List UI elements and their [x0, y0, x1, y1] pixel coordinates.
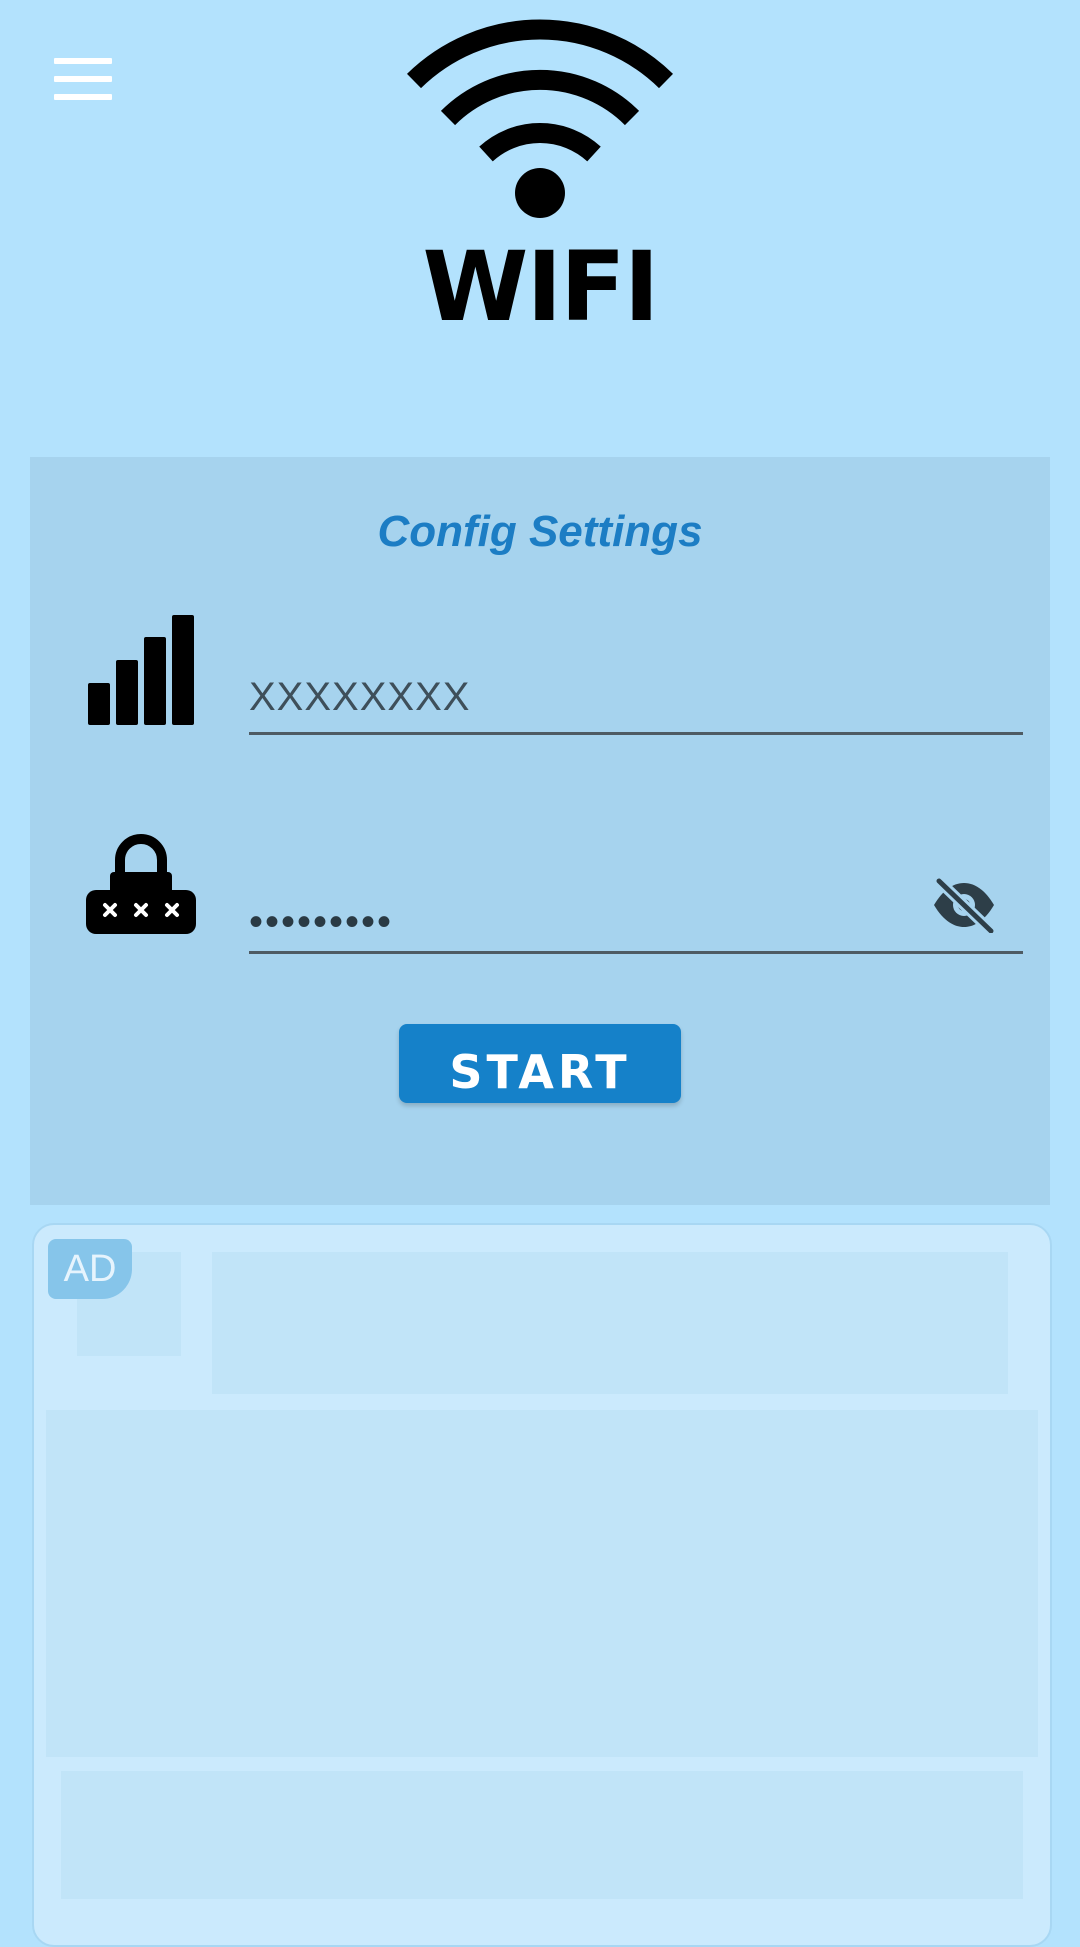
- wifi-logo: WIFI: [407, 19, 673, 328]
- ad-headline-placeholder: [212, 1252, 1008, 1394]
- password-lock-icon: [86, 834, 196, 934]
- wifi-signal-icon: [407, 19, 673, 162]
- eye-off-icon[interactable]: [931, 877, 997, 933]
- signal-bars-icon: [88, 615, 194, 725]
- password-field[interactable]: •••••••••: [249, 871, 1023, 954]
- config-panel: Config Settings XXXXXXXX ••••••••• START: [30, 457, 1050, 1205]
- menu-line: [54, 58, 112, 64]
- ssid-field[interactable]: XXXXXXXX: [249, 652, 1023, 735]
- logo-text: WIFI: [423, 231, 658, 328]
- menu-line: [54, 76, 112, 82]
- ssid-value: XXXXXXXX: [249, 675, 471, 719]
- password-value: •••••••••: [249, 900, 394, 944]
- ad-card[interactable]: AD: [32, 1223, 1052, 1947]
- menu-line: [54, 94, 112, 100]
- start-button[interactable]: START: [399, 1024, 681, 1103]
- wifi-dot: [515, 168, 565, 218]
- ad-media-placeholder: [46, 1410, 1038, 1757]
- panel-title: Config Settings: [377, 507, 703, 556]
- ad-badge: AD: [48, 1239, 132, 1299]
- menu-button[interactable]: [54, 58, 112, 100]
- ad-cta-placeholder: [61, 1771, 1023, 1899]
